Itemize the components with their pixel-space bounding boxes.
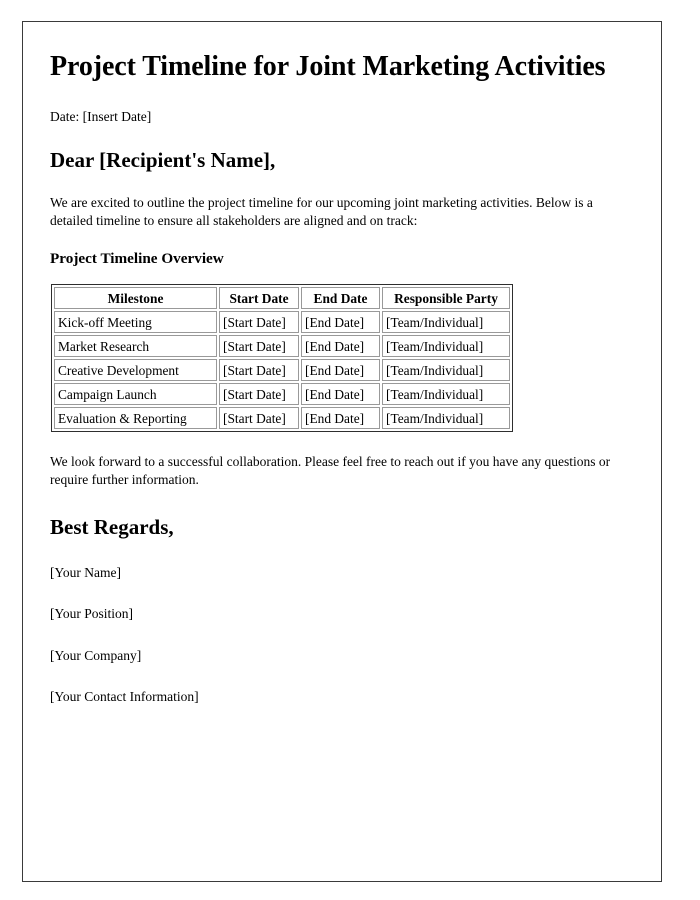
cell-end-date: [End Date] <box>301 311 380 334</box>
table-row: Market Research [Start Date] [End Date] … <box>54 335 510 358</box>
signature-company: [Your Company] <box>50 647 142 663</box>
cell-start-date: [Start Date] <box>219 311 299 334</box>
cell-start-date: [Start Date] <box>219 335 299 358</box>
cell-responsible-party: [Team/Individual] <box>382 383 510 406</box>
date-line: Date: [Insert Date] <box>50 108 152 124</box>
signature-contact: [Your Contact Information] <box>50 689 199 705</box>
cell-end-date: [End Date] <box>301 335 380 358</box>
table-header-row: Milestone Start Date End Date Responsibl… <box>54 287 510 310</box>
cell-responsible-party: [Team/Individual] <box>382 407 510 430</box>
salutation: Dear [Recipient's Name], <box>50 148 276 173</box>
signature-name: [Your Name] <box>50 564 121 580</box>
cell-end-date: [End Date] <box>301 359 380 382</box>
column-header-milestone: Milestone <box>54 287 217 310</box>
cell-responsible-party: [Team/Individual] <box>382 359 510 382</box>
document-body: Project Timeline for Joint Marketing Act… <box>23 22 661 706</box>
closing-paragraph: We look forward to a successful collabor… <box>50 454 611 487</box>
cell-milestone: Creative Development <box>54 359 217 382</box>
project-timeline-table: Milestone Start Date End Date Responsibl… <box>51 284 513 433</box>
column-header-start-date: Start Date <box>219 287 299 310</box>
cell-milestone: Campaign Launch <box>54 383 217 406</box>
section-heading-timeline-overview: Project Timeline Overview <box>50 250 224 268</box>
table-body: Kick-off Meeting [Start Date] [End Date]… <box>54 311 510 430</box>
cell-start-date: [Start Date] <box>219 383 299 406</box>
cell-start-date: [Start Date] <box>219 407 299 430</box>
table-row: Evaluation & Reporting [Start Date] [End… <box>54 407 510 430</box>
cell-start-date: [Start Date] <box>219 359 299 382</box>
sign-off: Best Regards, <box>50 514 174 539</box>
page-title: Project Timeline for Joint Marketing Act… <box>50 51 606 82</box>
cell-end-date: [End Date] <box>301 383 380 406</box>
cell-milestone: Evaluation & Reporting <box>54 407 217 430</box>
column-header-end-date: End Date <box>301 287 380 310</box>
cell-end-date: [End Date] <box>301 407 380 430</box>
column-header-responsible-party: Responsible Party <box>382 287 510 310</box>
document-page-frame: Project Timeline for Joint Marketing Act… <box>22 21 662 882</box>
cell-milestone: Kick-off Meeting <box>54 311 217 334</box>
table-row: Kick-off Meeting [Start Date] [End Date]… <box>54 311 510 334</box>
signature-position: [Your Position] <box>50 606 134 622</box>
table-row: Campaign Launch [Start Date] [End Date] … <box>54 383 510 406</box>
cell-responsible-party: [Team/Individual] <box>382 311 510 334</box>
cell-milestone: Market Research <box>54 335 217 358</box>
cell-responsible-party: [Team/Individual] <box>382 335 510 358</box>
table-row: Creative Development [Start Date] [End D… <box>54 359 510 382</box>
intro-paragraph: We are excited to outline the project ti… <box>50 195 593 228</box>
table-head: Milestone Start Date End Date Responsibl… <box>54 287 510 310</box>
